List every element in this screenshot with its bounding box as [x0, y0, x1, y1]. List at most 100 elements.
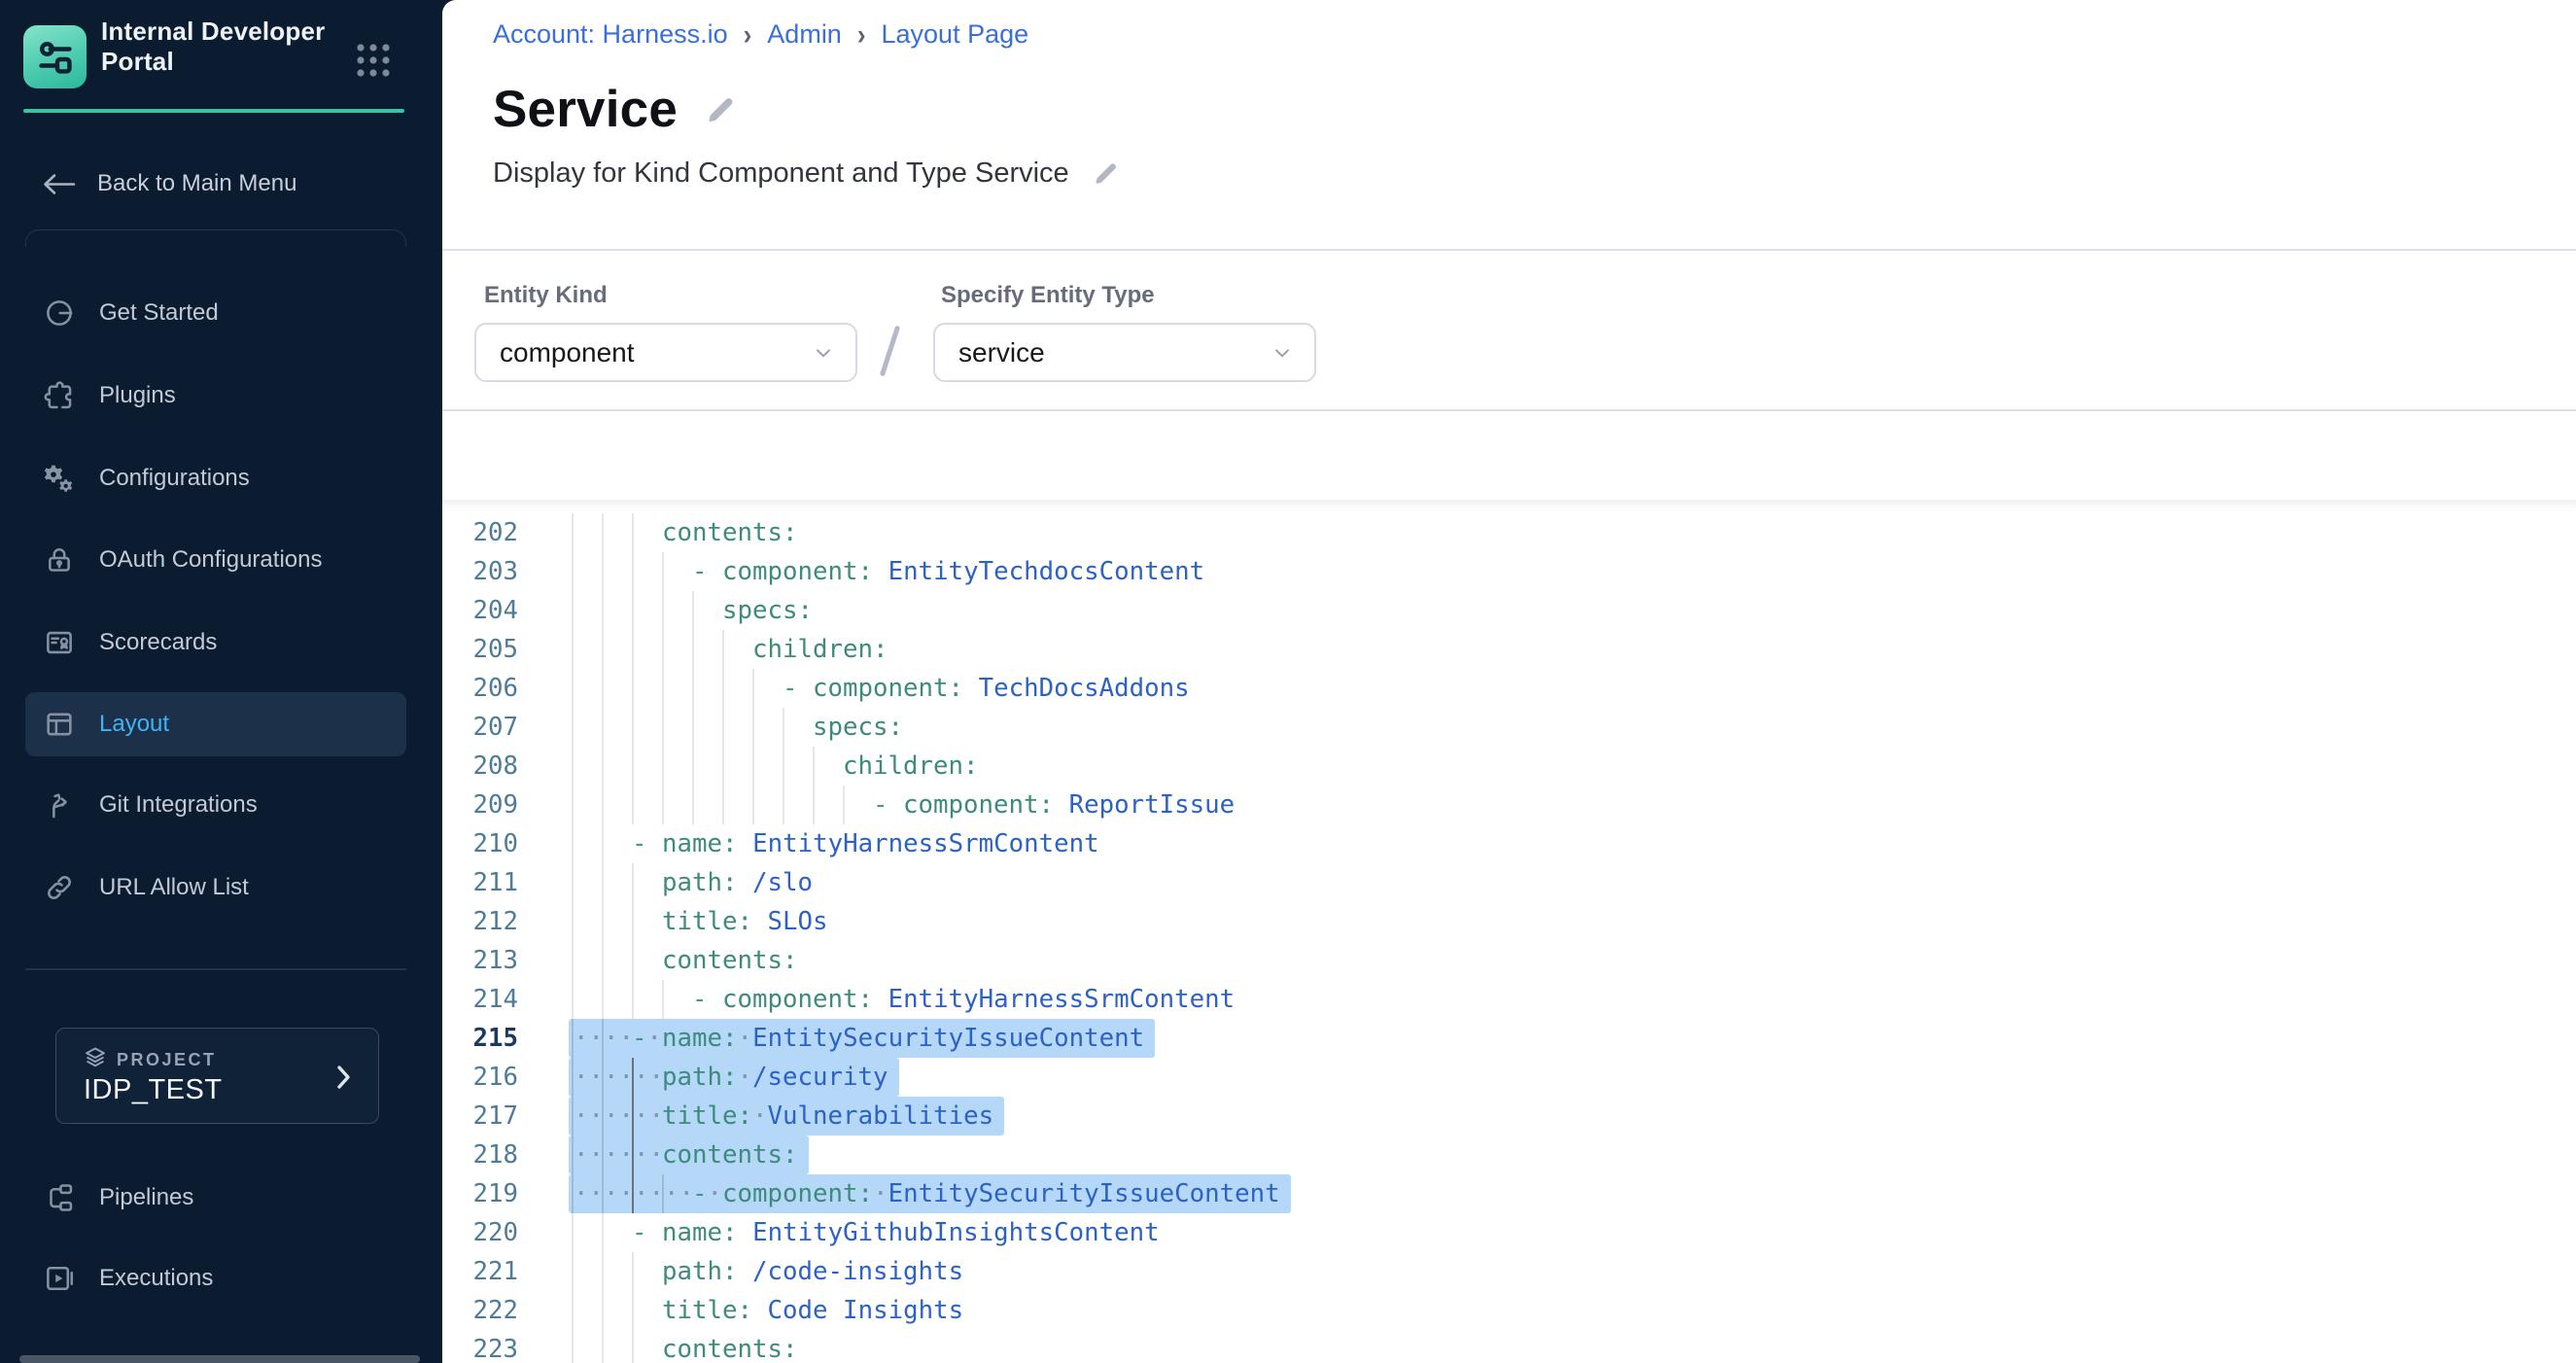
code-line[interactable]: 223 contents:: [442, 1330, 2576, 1363]
line-number[interactable]: 219: [442, 1174, 518, 1213]
indent-guide: [843, 786, 873, 824]
line-number[interactable]: 222: [442, 1291, 518, 1330]
code-line[interactable]: 220 - name: EntityGithubInsightsContent: [442, 1213, 2576, 1252]
line-number[interactable]: 204: [442, 591, 518, 630]
code-line[interactable]: 205 children:: [442, 630, 2576, 669]
sidebar-item-scorecards[interactable]: Scorecards: [25, 611, 406, 675]
indent-guide: [602, 1213, 632, 1252]
sidebar-item-configurations[interactable]: Configurations: [25, 446, 406, 510]
indent-guide: [783, 786, 813, 824]
indent-guide: ··: [572, 1136, 602, 1174]
line-number[interactable]: 211: [442, 863, 518, 902]
line-number[interactable]: 205: [442, 630, 518, 669]
scorecard-icon: [43, 626, 76, 659]
line-number[interactable]: 207: [442, 708, 518, 747]
indent-guide: [752, 708, 783, 747]
line-number[interactable]: 212: [442, 902, 518, 941]
chevron-down-icon: [811, 340, 836, 366]
gutter-gap: [518, 552, 572, 591]
line-number[interactable]: 202: [442, 513, 518, 552]
line-number[interactable]: 209: [442, 786, 518, 824]
code-line[interactable]: 209 - component: ReportIssue: [442, 786, 2576, 824]
indent-guide: [692, 747, 722, 786]
line-number[interactable]: 221: [442, 1252, 518, 1291]
yaml-dash: -: [873, 790, 888, 820]
entity-type-select[interactable]: service: [933, 323, 1316, 382]
code-line[interactable]: 206 - component: TechDocsAddons: [442, 669, 2576, 708]
sidebar-item-oauth-configurations[interactable]: OAuth Configurations: [25, 528, 406, 592]
indent-guide: [632, 708, 662, 747]
edit-pencil-icon[interactable]: [703, 93, 736, 126]
sidebar-item-git-integrations[interactable]: Git Integrations: [25, 773, 406, 837]
line-number[interactable]: 208: [442, 747, 518, 786]
sidebar-item-executions[interactable]: Executions: [25, 1246, 406, 1311]
sidebar-item-get-started[interactable]: Get Started: [25, 281, 406, 345]
code-line[interactable]: 216······path:·/security: [442, 1058, 2576, 1097]
yaml-key: name:: [662, 1218, 738, 1247]
code-line[interactable]: 207 specs:: [442, 708, 2576, 747]
sidebar-item-url-allow-list[interactable]: URL Allow List: [25, 856, 406, 920]
code-line[interactable]: 202 contents:: [442, 513, 2576, 552]
line-number[interactable]: 210: [442, 824, 518, 863]
line-number[interactable]: 220: [442, 1213, 518, 1252]
line-number[interactable]: 218: [442, 1136, 518, 1174]
code-line[interactable]: 221 path: /code-insights: [442, 1252, 2576, 1291]
project-selector[interactable]: PROJECT IDP_TEST: [55, 1028, 379, 1124]
line-number[interactable]: 203: [442, 552, 518, 591]
line-number[interactable]: 214: [442, 980, 518, 1019]
sidebar-item-layout[interactable]: Layout: [25, 692, 406, 756]
code-line[interactable]: 218······contents:: [442, 1136, 2576, 1174]
code-line[interactable]: 219········-·component:·EntitySecurityIs…: [442, 1174, 2576, 1213]
code-line[interactable]: 222 title: Code Insights: [442, 1291, 2576, 1330]
line-number[interactable]: 215: [442, 1019, 518, 1058]
indent-guide: [602, 980, 632, 1019]
code-line[interactable]: 215····-·name:·EntitySecurityIssueConten…: [442, 1019, 2576, 1058]
code-line[interactable]: 208 children:: [442, 747, 2576, 786]
sidebar-item-label: Plugins: [99, 382, 176, 409]
indent-guide: [602, 863, 632, 902]
yaml-value: SLOs: [768, 907, 828, 936]
line-number[interactable]: 206: [442, 669, 518, 708]
link-icon: [43, 871, 76, 904]
indent-guide: [783, 708, 813, 747]
indent-guide: [602, 747, 632, 786]
code-text: children:: [572, 630, 888, 669]
breadcrumb-admin-link[interactable]: Admin: [767, 19, 842, 50]
edit-pencil-icon[interactable]: [1091, 159, 1119, 188]
code-line[interactable]: 211 path: /slo: [442, 863, 2576, 902]
code-line[interactable]: 213 contents:: [442, 941, 2576, 980]
sidebar-item-plugins[interactable]: Plugins: [25, 364, 406, 428]
code-text: contents:: [572, 513, 798, 552]
code-line[interactable]: 217······title:·Vulnerabilities: [442, 1097, 2576, 1136]
line-number[interactable]: 223: [442, 1330, 518, 1363]
indent-guide: [692, 630, 722, 669]
yaml-code-editor[interactable]: 202 contents:203 - component: EntityTech…: [442, 500, 2576, 1363]
pipelines-icon: [43, 1181, 76, 1214]
line-number[interactable]: 216: [442, 1058, 518, 1097]
entity-kind-select[interactable]: component: [474, 323, 857, 382]
code-line[interactable]: 204 specs:: [442, 591, 2576, 630]
apps-grid-icon[interactable]: [356, 43, 391, 78]
code-text: contents:: [572, 941, 798, 980]
gutter-gap: [518, 1136, 572, 1174]
code-line[interactable]: 210 - name: EntityHarnessSrmContent: [442, 824, 2576, 863]
back-to-main-menu-button[interactable]: Back to Main Menu: [41, 165, 296, 202]
code-line[interactable]: 212 title: SLOs: [442, 902, 2576, 941]
breadcrumb-account-link[interactable]: Account: Harness.io: [493, 19, 728, 50]
sidebar-item-pipelines[interactable]: Pipelines: [25, 1166, 406, 1230]
yaml-key: title:: [662, 1296, 752, 1325]
line-number[interactable]: 213: [442, 941, 518, 980]
idp-logo-icon[interactable]: [23, 25, 87, 88]
code-line[interactable]: 214 - component: EntityHarnessSrmContent: [442, 980, 2576, 1019]
gutter-gap: [518, 980, 572, 1019]
yaml-key: path:: [662, 1257, 738, 1286]
indent-guide: [722, 786, 752, 824]
gutter-gap: [518, 1097, 572, 1136]
code-text: - component: TechDocsAddons: [572, 669, 1190, 708]
breadcrumb-layout-page-link[interactable]: Layout Page: [882, 19, 1029, 50]
code-line[interactable]: 203 - component: EntityTechdocsContent: [442, 552, 2576, 591]
line-number[interactable]: 217: [442, 1097, 518, 1136]
horizontal-scrollbar-thumb[interactable]: [19, 1355, 420, 1363]
yaml-value: EntityHarnessSrmContent: [888, 985, 1236, 1014]
indent-guide: [632, 1291, 662, 1330]
